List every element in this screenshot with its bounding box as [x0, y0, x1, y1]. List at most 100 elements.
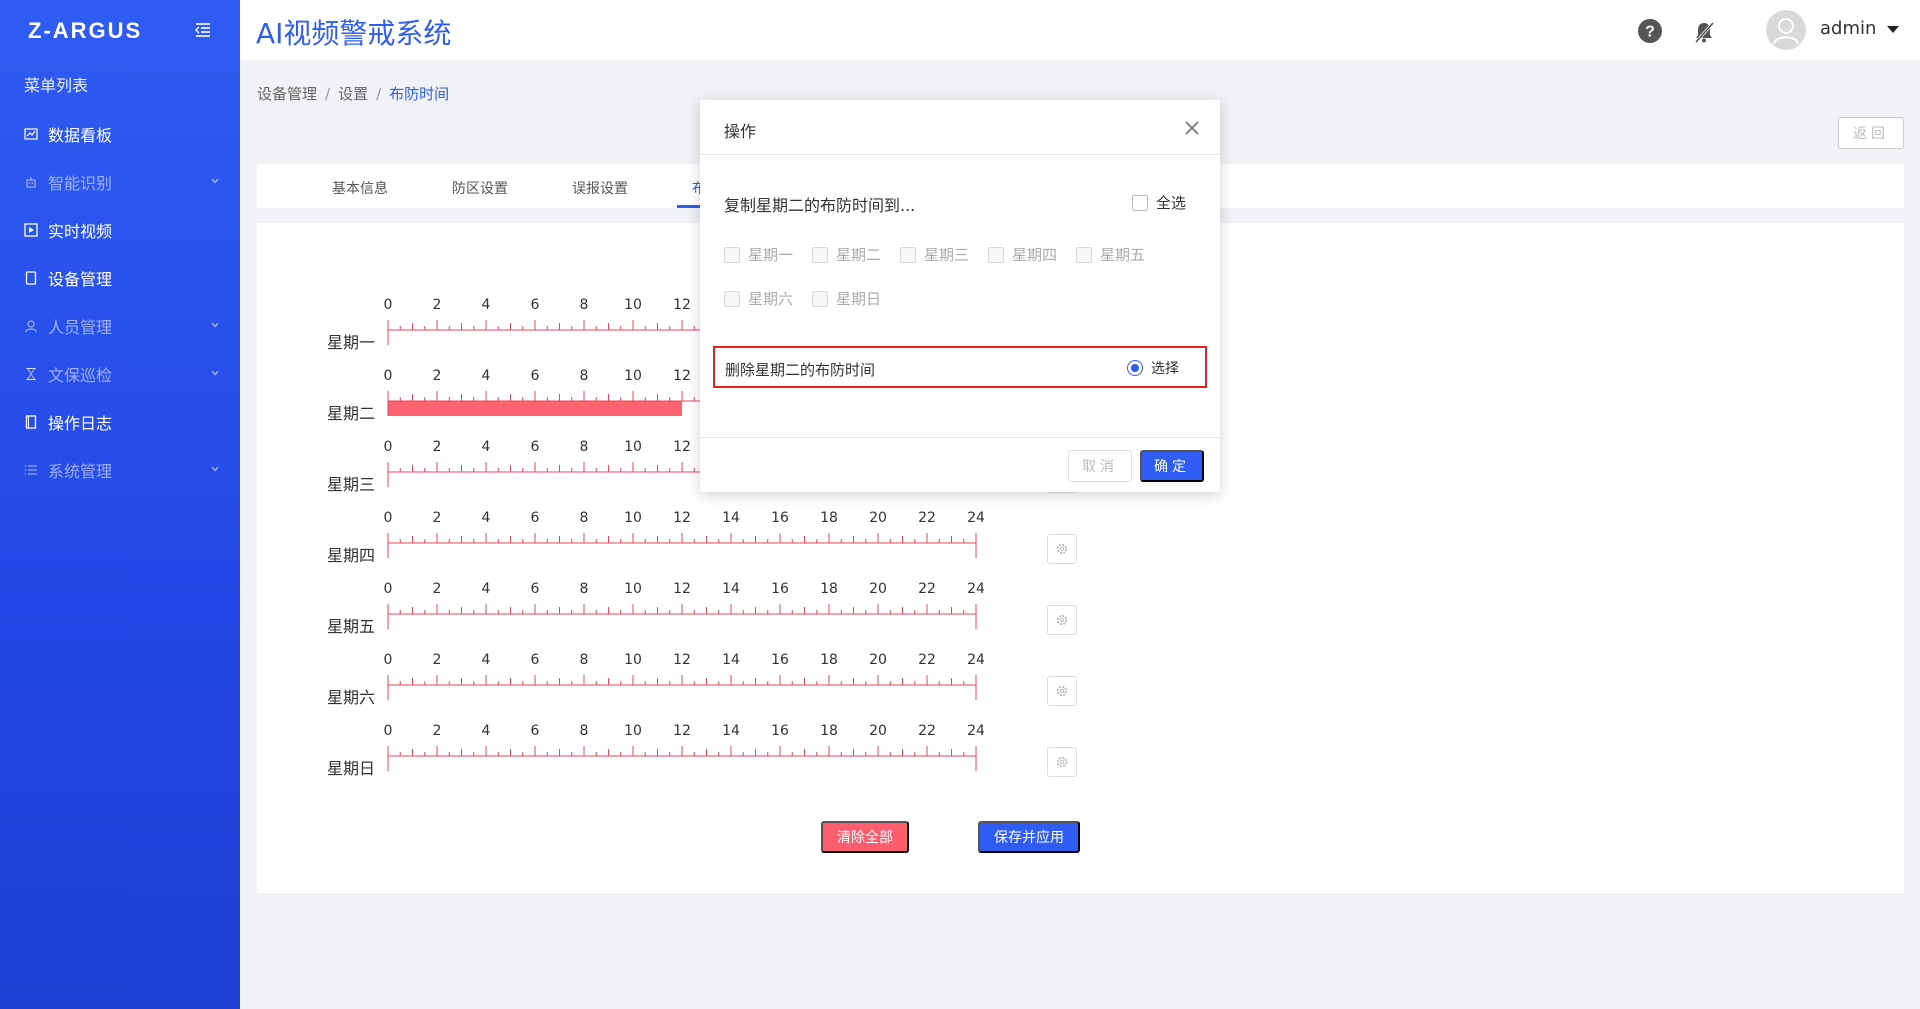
- copy-day-checkbox[interactable]: 星期六: [724, 288, 793, 309]
- sidebar-item-6[interactable]: 操作日志: [0, 398, 240, 446]
- day-row: 星期四 0 2 4 6 8 10 12 14 16 18 20 22 24: [257, 508, 1157, 568]
- select-all-checkbox[interactable]: 全选: [1132, 192, 1186, 213]
- time-ruler[interactable]: 024681012141618202224: [257, 579, 997, 629]
- checkbox-box[interactable]: [724, 290, 740, 307]
- time-ruler[interactable]: 024681012141618202224: [257, 508, 997, 558]
- tick-label: 8: [580, 723, 589, 739]
- tick-label: 14: [722, 581, 740, 597]
- checkbox-box[interactable]: [900, 246, 916, 263]
- tick-label: 4: [482, 581, 491, 597]
- tick-label: 16: [771, 652, 789, 668]
- page-title: AI视频警戒系统: [256, 17, 452, 50]
- time-ruler[interactable]: 024681012141618202224: [257, 721, 997, 771]
- copy-day-checkbox[interactable]: 星期三: [900, 244, 969, 265]
- breadcrumb-item-device[interactable]: 设备管理: [257, 85, 317, 103]
- day-settings-button[interactable]: [1047, 747, 1077, 777]
- tick-label: 24: [967, 581, 985, 597]
- breadcrumb-item-settings[interactable]: 设置: [338, 85, 368, 103]
- sidebar: Z-ARGUS 菜单列表 数据看板 智能识别 实时视频 设备管理 人员管理 文保巡检 操作日…: [0, 0, 240, 1009]
- tab-basic-info[interactable]: 基本信息: [332, 178, 388, 198]
- copy-day-checkbox[interactable]: 星期日: [812, 288, 881, 309]
- tick-label: 10: [624, 723, 642, 739]
- app-logo: Z-ARGUS: [28, 18, 143, 43]
- dialog-footer-divider: [700, 437, 1220, 438]
- day-settings-button[interactable]: [1047, 534, 1077, 564]
- tab-zone-settings[interactable]: 防区设置: [452, 178, 508, 198]
- sidebar-item-label: 数据看板: [48, 126, 113, 145]
- checkbox-box[interactable]: [1076, 246, 1092, 263]
- tick-label: 24: [967, 652, 985, 668]
- chevron-down-icon: [211, 370, 219, 376]
- back-button[interactable]: 返回: [1838, 117, 1904, 149]
- copy-label: 复制星期二的布防时间到...: [724, 196, 916, 215]
- tick-label: 22: [918, 581, 936, 597]
- tab-false-alarm-settings[interactable]: 误报设置: [572, 178, 628, 198]
- tick-label: 22: [918, 723, 936, 739]
- gear-icon: [1056, 543, 1068, 555]
- copy-day-checkbox[interactable]: 星期一: [724, 244, 793, 265]
- copy-day-checkbox[interactable]: 星期五: [1076, 244, 1145, 265]
- sidebar-item-1[interactable]: 智能识别: [0, 158, 240, 206]
- close-icon[interactable]: [1184, 120, 1200, 136]
- tick-label: 18: [820, 581, 838, 597]
- tick-label: 6: [531, 581, 540, 597]
- tick-label: 10: [624, 368, 642, 384]
- sidebar-item-5[interactable]: 文保巡检: [0, 350, 240, 398]
- sidebar-item-label: 操作日志: [48, 414, 113, 433]
- list-icon: [24, 465, 37, 475]
- cancel-button[interactable]: 取消: [1068, 450, 1132, 482]
- sidebar-item-4[interactable]: 人员管理: [0, 302, 240, 350]
- sidebar-item-label: 人员管理: [48, 318, 113, 337]
- delete-radio[interactable]: 选择: [1127, 358, 1179, 378]
- checkbox-box[interactable]: [724, 246, 740, 263]
- checkbox-box[interactable]: [812, 246, 828, 263]
- tick-label: 6: [531, 439, 540, 455]
- armed-segment[interactable]: [388, 401, 682, 416]
- tick-label: 10: [624, 439, 642, 455]
- sidebar-item-7[interactable]: 系统管理: [0, 446, 240, 494]
- copy-day-label: 星期六: [748, 290, 794, 308]
- day-settings-button[interactable]: [1047, 676, 1077, 706]
- sidebar-item-label: 智能识别: [48, 174, 113, 193]
- day-settings-button[interactable]: [1047, 605, 1077, 635]
- help-icon[interactable]: ?: [1637, 18, 1663, 44]
- sidebar-item-label: 系统管理: [48, 462, 113, 481]
- tick-label: 12: [673, 581, 691, 597]
- tick-label: 2: [433, 297, 442, 313]
- delete-option-row[interactable]: 删除星期二的布防时间 选择: [713, 346, 1207, 388]
- menu-collapse-icon[interactable]: [193, 20, 213, 40]
- video-play-icon: [24, 223, 38, 237]
- sidebar-item-3[interactable]: 设备管理: [0, 254, 240, 302]
- tick-label: 8: [580, 439, 589, 455]
- tick-label: 22: [918, 652, 936, 668]
- checkbox-box[interactable]: [812, 290, 828, 307]
- tick-label: 16: [771, 510, 789, 526]
- save-apply-button[interactable]: 保存并应用: [978, 821, 1080, 853]
- tick-label: 12: [673, 297, 691, 313]
- copy-day-checkbox[interactable]: 星期二: [812, 244, 881, 265]
- svg-text:?: ?: [1645, 24, 1655, 41]
- checkbox-box[interactable]: [1132, 194, 1148, 211]
- tick-label: 4: [482, 297, 491, 313]
- tick-label: 2: [433, 652, 442, 668]
- gear-icon: [1056, 614, 1068, 626]
- caret-down-icon[interactable]: [1887, 26, 1899, 34]
- avatar[interactable]: [1766, 10, 1806, 50]
- time-ruler[interactable]: 024681012141618202224: [257, 650, 997, 700]
- confirm-button[interactable]: 确定: [1140, 450, 1204, 482]
- tick-label: 20: [869, 652, 887, 668]
- sidebar-item-0[interactable]: 数据看板: [0, 110, 240, 158]
- bell-muted-icon[interactable]: [1692, 20, 1716, 44]
- radio-selected[interactable]: [1127, 360, 1143, 376]
- checkbox-box[interactable]: [988, 246, 1004, 263]
- copy-day-label: 星期三: [924, 246, 970, 264]
- copy-day-checkbox[interactable]: 星期四: [988, 244, 1057, 265]
- sidebar-item-2[interactable]: 实时视频: [0, 206, 240, 254]
- breadcrumb-separator: /: [325, 85, 331, 103]
- username[interactable]: admin: [1820, 18, 1876, 39]
- tick-label: 10: [624, 581, 642, 597]
- clear-all-button[interactable]: 清除全部: [821, 821, 909, 853]
- tick-label: 0: [384, 723, 393, 739]
- breadcrumb: 设备管理 / 设置 / 布防时间: [257, 83, 449, 104]
- chart-line-icon: [24, 128, 38, 140]
